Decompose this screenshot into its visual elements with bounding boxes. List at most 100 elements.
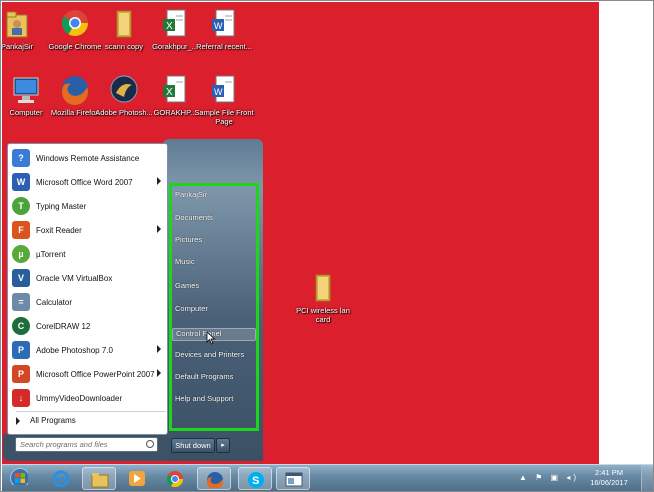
folder-icon bbox=[307, 271, 339, 305]
shutdown-button[interactable]: Shut down bbox=[171, 438, 215, 453]
program-label: Oracle VM VirtualBox bbox=[36, 273, 113, 283]
photoshop-icon: P bbox=[12, 341, 30, 359]
download-icon: ↓ bbox=[12, 389, 30, 407]
start-right-item-devices[interactable]: Devices and Printers bbox=[175, 350, 244, 359]
start-right-item-default-programs[interactable]: Default Programs bbox=[175, 372, 233, 381]
excel-file-icon: X bbox=[159, 73, 191, 107]
svg-text:S: S bbox=[252, 475, 259, 487]
chrome-icon bbox=[59, 7, 91, 41]
program-label: Microsoft Office PowerPoint 2007 bbox=[36, 369, 155, 379]
submenu-arrow-icon bbox=[157, 369, 161, 377]
program-label: Calculator bbox=[36, 297, 73, 307]
search-input[interactable]: Search programs and files bbox=[15, 437, 158, 452]
blank-area bbox=[599, 2, 653, 464]
taskbar-ie[interactable] bbox=[44, 467, 78, 490]
clock-time: 2:41 PM bbox=[595, 468, 623, 477]
start-right-item-pankajsir[interactable]: PankajSir bbox=[175, 190, 207, 199]
program-label: UmmyVideoDownloader bbox=[36, 393, 123, 403]
program-item[interactable]: P Microsoft Office PowerPoint 2007 bbox=[8, 362, 167, 386]
chrome-icon bbox=[166, 471, 184, 487]
taskbar-explorer[interactable] bbox=[82, 467, 116, 490]
program-label: Microsoft Office Word 2007 bbox=[36, 177, 133, 187]
svg-text:X: X bbox=[166, 87, 173, 98]
shutdown-options-button[interactable]: ▸ bbox=[216, 438, 230, 453]
computer-icon bbox=[10, 73, 42, 107]
desktop-icon-label: PankajSir bbox=[0, 42, 34, 51]
firefox-icon bbox=[59, 73, 91, 107]
svg-text:X: X bbox=[166, 21, 173, 32]
search-placeholder: Search programs and files bbox=[20, 440, 108, 449]
taskbar-window[interactable] bbox=[276, 467, 310, 490]
desktop-icon-pankajsir[interactable]: PankajSir bbox=[0, 7, 48, 51]
desktop-icon-pci-wireless[interactable]: PCI wireless lan card bbox=[292, 271, 354, 324]
mouse-cursor-icon bbox=[206, 331, 216, 345]
system-tray[interactable]: ▲ ⚑ ▣ ◂) bbox=[519, 473, 579, 482]
desktop-icon-referral[interactable]: W Referral recent... bbox=[193, 7, 255, 51]
program-item[interactable]: C CorelDRAW 12 bbox=[8, 314, 167, 338]
program-item[interactable]: P Adobe Photoshop 7.0 bbox=[8, 338, 167, 362]
word-icon: W bbox=[12, 173, 30, 191]
program-item[interactable]: ? Windows Remote Assistance bbox=[8, 146, 167, 170]
program-label: µTorrent bbox=[36, 249, 66, 259]
program-label: CorelDRAW 12 bbox=[36, 321, 91, 331]
program-label: Windows Remote Assistance bbox=[36, 153, 140, 163]
program-item[interactable]: F Foxit Reader bbox=[8, 218, 167, 242]
explorer-icon bbox=[91, 473, 109, 488]
show-desktop-button[interactable] bbox=[641, 465, 653, 491]
all-programs-button[interactable]: All Programs bbox=[16, 416, 76, 425]
word-file-icon: W bbox=[208, 73, 240, 107]
start-button[interactable] bbox=[4, 467, 38, 490]
powerpoint-icon: P bbox=[12, 365, 30, 383]
taskbar-chrome[interactable] bbox=[158, 467, 192, 490]
program-item[interactable]: µ µTorrent bbox=[8, 242, 167, 266]
start-orb-icon bbox=[10, 468, 28, 485]
internet-explorer-icon bbox=[52, 470, 70, 487]
program-item[interactable]: T Typing Master bbox=[8, 194, 167, 218]
start-right-item-help[interactable]: Help and Support bbox=[175, 394, 233, 403]
program-label: Typing Master bbox=[36, 201, 87, 211]
svg-text:W: W bbox=[214, 21, 223, 31]
start-right-item-music[interactable]: Music bbox=[175, 257, 195, 266]
taskbar-firefox[interactable] bbox=[197, 467, 231, 490]
excel-file-icon: X bbox=[159, 7, 191, 41]
start-right-item-computer[interactable]: Computer bbox=[175, 304, 208, 313]
desktop-icon-sample-file[interactable]: W Sample File Front Page bbox=[193, 73, 255, 126]
program-item[interactable]: V Oracle VM VirtualBox bbox=[8, 266, 167, 290]
taskbar-skype[interactable]: S bbox=[238, 467, 272, 490]
taskbar-media-player[interactable] bbox=[120, 467, 154, 490]
submenu-arrow-icon bbox=[157, 345, 161, 353]
submenu-arrow-icon bbox=[157, 177, 161, 185]
svg-text:W: W bbox=[214, 87, 223, 97]
virtualbox-icon: V bbox=[12, 269, 30, 287]
user-folder-icon bbox=[1, 7, 33, 41]
start-right-item-documents[interactable]: Documents bbox=[175, 213, 213, 222]
clock[interactable]: 2:41 PM 16/06/2017 bbox=[583, 468, 635, 488]
screenshot-frame: PankajSir Google Chrome scann copy X Gor… bbox=[0, 0, 654, 492]
clock-date: 16/06/2017 bbox=[590, 478, 628, 487]
firefox-icon bbox=[207, 472, 223, 488]
submenu-arrow-icon bbox=[157, 225, 161, 233]
program-label: Foxit Reader bbox=[36, 225, 82, 235]
utorrent-icon: µ bbox=[12, 245, 30, 263]
program-item[interactable]: = Calculator bbox=[8, 290, 167, 314]
typing-master-icon: T bbox=[12, 197, 30, 215]
program-label: Adobe Photoshop 7.0 bbox=[36, 345, 113, 355]
photoshop-icon bbox=[108, 73, 140, 107]
arrow-right-icon bbox=[16, 416, 20, 425]
media-player-icon bbox=[129, 471, 145, 486]
start-right-item-games[interactable]: Games bbox=[175, 281, 199, 290]
taskbar: S ▲ ⚑ ▣ ◂) 2:41 PM 16/06/2017 bbox=[2, 464, 653, 491]
foxit-icon: F bbox=[12, 221, 30, 239]
start-menu-program-list: ? Windows Remote Assistance W Microsoft … bbox=[7, 143, 168, 435]
divider bbox=[16, 411, 166, 412]
search-icon bbox=[146, 440, 154, 448]
program-item[interactable]: W Microsoft Office Word 2007 bbox=[8, 170, 167, 194]
desktop-icon-label: Referral recent... bbox=[196, 42, 252, 51]
start-right-item-pictures[interactable]: Pictures bbox=[175, 235, 202, 244]
word-file-icon: W bbox=[208, 7, 240, 41]
desktop-icon-label: Sample File Front Page bbox=[194, 108, 254, 126]
skype-icon: S bbox=[248, 472, 264, 488]
remote-assistance-icon: ? bbox=[12, 149, 30, 167]
calculator-icon: = bbox=[12, 293, 30, 311]
program-item[interactable]: ↓ UmmyVideoDownloader bbox=[8, 386, 167, 410]
